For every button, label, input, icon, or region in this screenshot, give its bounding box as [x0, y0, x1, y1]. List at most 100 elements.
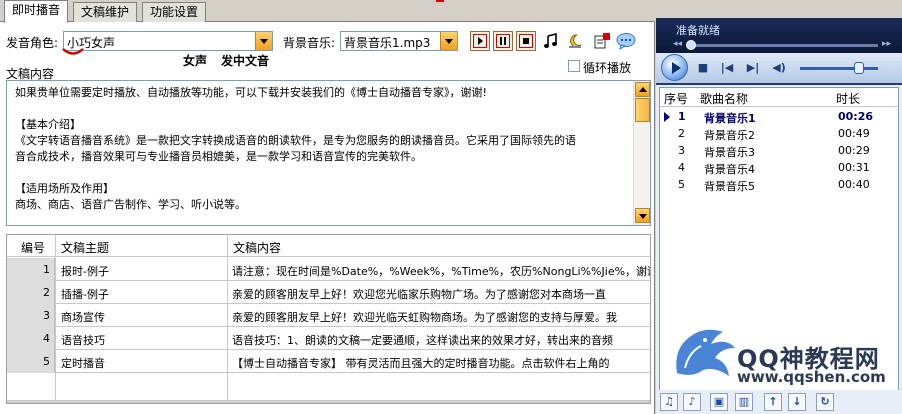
table-row[interactable]: 4 语音技巧 语音技巧：1、朗读的文稿一定要通顺，这样读出来的效果才好，转出来的…	[7, 327, 650, 350]
column-header-content[interactable]: 文稿内容	[233, 239, 281, 256]
moon-button[interactable]	[565, 31, 585, 51]
progress-handle[interactable]	[686, 40, 696, 50]
tab-script-maintenance[interactable]: 文稿维护	[73, 2, 138, 22]
column-divider	[227, 235, 228, 403]
tab-bar: 即时播音 文稿维护 功能设置	[0, 0, 655, 23]
music-note-button[interactable]	[541, 31, 561, 51]
playlist-toolbar: ♫ ♪ ▣ ▥ ↑ ↓ ↻	[656, 390, 902, 414]
player-play-button[interactable]	[661, 54, 688, 81]
music-label: 背景音乐:	[283, 36, 336, 50]
row-id: 5	[43, 355, 50, 368]
stop-button[interactable]	[516, 31, 536, 51]
playlist-header-num[interactable]: 序号	[664, 90, 688, 107]
row-title: 语音技巧	[61, 334, 105, 347]
track-duration: 00:31	[838, 161, 870, 174]
play-button[interactable]	[470, 31, 490, 51]
chevron-down-icon[interactable]	[255, 32, 272, 50]
refresh-button[interactable]: ↻	[816, 393, 834, 411]
scroll-thumb[interactable]	[635, 98, 650, 122]
script-content-textarea[interactable]: 如果贵单位需要定时播放、自动播放等功能，可以下载并安装我们的《博士自动播音专家》…	[6, 80, 651, 226]
voice-gender: 女声	[183, 54, 208, 68]
trash-icon: ▥	[738, 395, 750, 408]
speech-bubble-icon	[616, 33, 636, 50]
add-folder-button[interactable]: ▣	[710, 393, 728, 411]
row-content: 【博士自动播音专家】 带有灵活而且强大的定时播音功能。点击软件右上角的	[232, 357, 610, 370]
track-num: 4	[678, 161, 685, 174]
next-track-icon[interactable]: ▶|	[746, 61, 760, 75]
loop-checkbox[interactable]	[568, 60, 580, 72]
column-header-id[interactable]: 编号	[21, 239, 45, 256]
track-name: 背景音乐5	[704, 180, 755, 193]
forward-arrows-icon: ▸▸	[882, 39, 892, 49]
tab-instant-broadcast[interactable]: 即时播音	[4, 0, 69, 23]
pause-button[interactable]	[493, 31, 513, 51]
text-line: 【基本介绍】	[15, 118, 81, 131]
row-title: 报时-例子	[61, 265, 109, 278]
volume-handle[interactable]	[854, 62, 864, 74]
column-header-title[interactable]: 文稿主题	[61, 239, 109, 256]
title-accent-mark	[436, 0, 444, 2]
scroll-up-button[interactable]	[635, 82, 650, 97]
track-duration: 00:40	[838, 178, 870, 191]
move-up-button[interactable]: ↑	[764, 393, 782, 411]
track-duration: 00:49	[838, 127, 870, 140]
textarea-scrollbar[interactable]	[633, 81, 650, 225]
volume-icon[interactable]: ◀)	[772, 61, 786, 75]
music-remove-icon: ♪	[688, 395, 696, 408]
playlist-header: 序号 歌曲名称 时长	[660, 88, 898, 107]
player-stop-icon[interactable]: ■	[696, 61, 710, 75]
row-title: 定时播音	[61, 357, 105, 370]
tab-settings[interactable]: 功能设置	[142, 2, 207, 22]
volume-slider[interactable]	[800, 67, 878, 70]
text-line: 【适用场所及作用】	[15, 182, 114, 195]
row-id: 2	[43, 286, 50, 299]
table-row[interactable]: 1 报时-例子 请注意：现在时间是%Date%，%Week%，%Time%，农历…	[7, 258, 650, 281]
playlist-item[interactable]: 3 背景音乐3 00:29	[660, 143, 898, 159]
delete-button[interactable]: ▥	[735, 393, 753, 411]
playlist-item[interactable]: 5 背景音乐5 00:40	[660, 177, 898, 193]
table-row[interactable]: 2 插播-例子 亲爱的顾客朋友早上好！欢迎您光临家乐购物广场。为了感谢您对本商场…	[7, 281, 650, 304]
broadcast-panel: 发音角色: 小巧女声 背景音乐: 背景音乐1.mp3 女声 发中文音 文稿内容 …	[0, 22, 655, 414]
move-down-button[interactable]: ↓	[788, 393, 806, 411]
player-status: 准备就绪	[676, 24, 720, 37]
smile-icon	[62, 48, 84, 55]
playlist-header-name[interactable]: 歌曲名称	[700, 90, 748, 107]
playlist-item[interactable]: 1 背景音乐1 00:26	[660, 109, 898, 125]
chat-button[interactable]	[616, 31, 636, 51]
track-name: 背景音乐4	[704, 163, 755, 176]
track-duration: 00:29	[838, 144, 870, 157]
remove-music-button[interactable]: ♪	[683, 393, 701, 411]
add-script-button[interactable]	[592, 31, 612, 51]
playlist-item[interactable]: 2 背景音乐2 00:49	[660, 126, 898, 142]
playlist-item[interactable]: 4 背景音乐4 00:31	[660, 160, 898, 176]
music-select[interactable]: 背景音乐1.mp3	[340, 31, 458, 51]
player-controls: ■ |◀ ▶| ◀)	[656, 53, 902, 83]
table-row[interactable]: 5 定时播音 【博士自动播音专家】 带有灵活而且强大的定时播音功能。点击软件右上…	[7, 350, 650, 373]
track-num: 2	[678, 127, 685, 140]
row-id: 3	[43, 309, 50, 322]
row-content: 语音技巧：1、朗读的文稿一定要通顺，这样读出来的效果才好，转出来的音频	[232, 334, 613, 347]
table-header: 编号 文稿主题 文稿内容	[7, 235, 650, 257]
watermark-url: www.qqshen.com	[737, 368, 886, 386]
track-num: 1	[678, 110, 686, 123]
track-num: 5	[678, 178, 685, 191]
add-music-button[interactable]: ♫	[660, 393, 678, 411]
voice-select[interactable]: 小巧女声	[63, 31, 273, 51]
row-id: 1	[43, 263, 50, 276]
script-table: 编号 文稿主题 文稿内容 1 报时-例子 请注意：现在时间是%Date%，%We…	[6, 234, 651, 404]
track-num: 3	[678, 144, 685, 157]
folder-add-icon: ▣	[713, 395, 725, 408]
previous-track-icon[interactable]: |◀	[720, 61, 734, 75]
progress-track[interactable]	[688, 44, 878, 47]
row-content: 亲爱的顾客朋友早上好！欢迎光临天虹购物商场。为了感谢您的支持与厚爱。我	[232, 311, 617, 324]
table-horizontal-scrollbar[interactable]	[7, 400, 650, 403]
table-row[interactable]: 3 商场宣传 亲爱的顾客朋友早上好！欢迎光临天虹购物商场。为了感谢您的支持与厚爱…	[7, 304, 650, 327]
play-icon	[473, 34, 487, 48]
document-add-icon	[594, 33, 610, 49]
track-name: 背景音乐3	[704, 146, 755, 159]
scroll-down-button[interactable]	[635, 208, 650, 223]
chevron-down-icon[interactable]	[440, 32, 457, 50]
arrow-up-icon: ↑	[768, 395, 778, 408]
column-divider	[55, 235, 56, 403]
playlist-header-duration[interactable]: 时长	[836, 90, 860, 107]
